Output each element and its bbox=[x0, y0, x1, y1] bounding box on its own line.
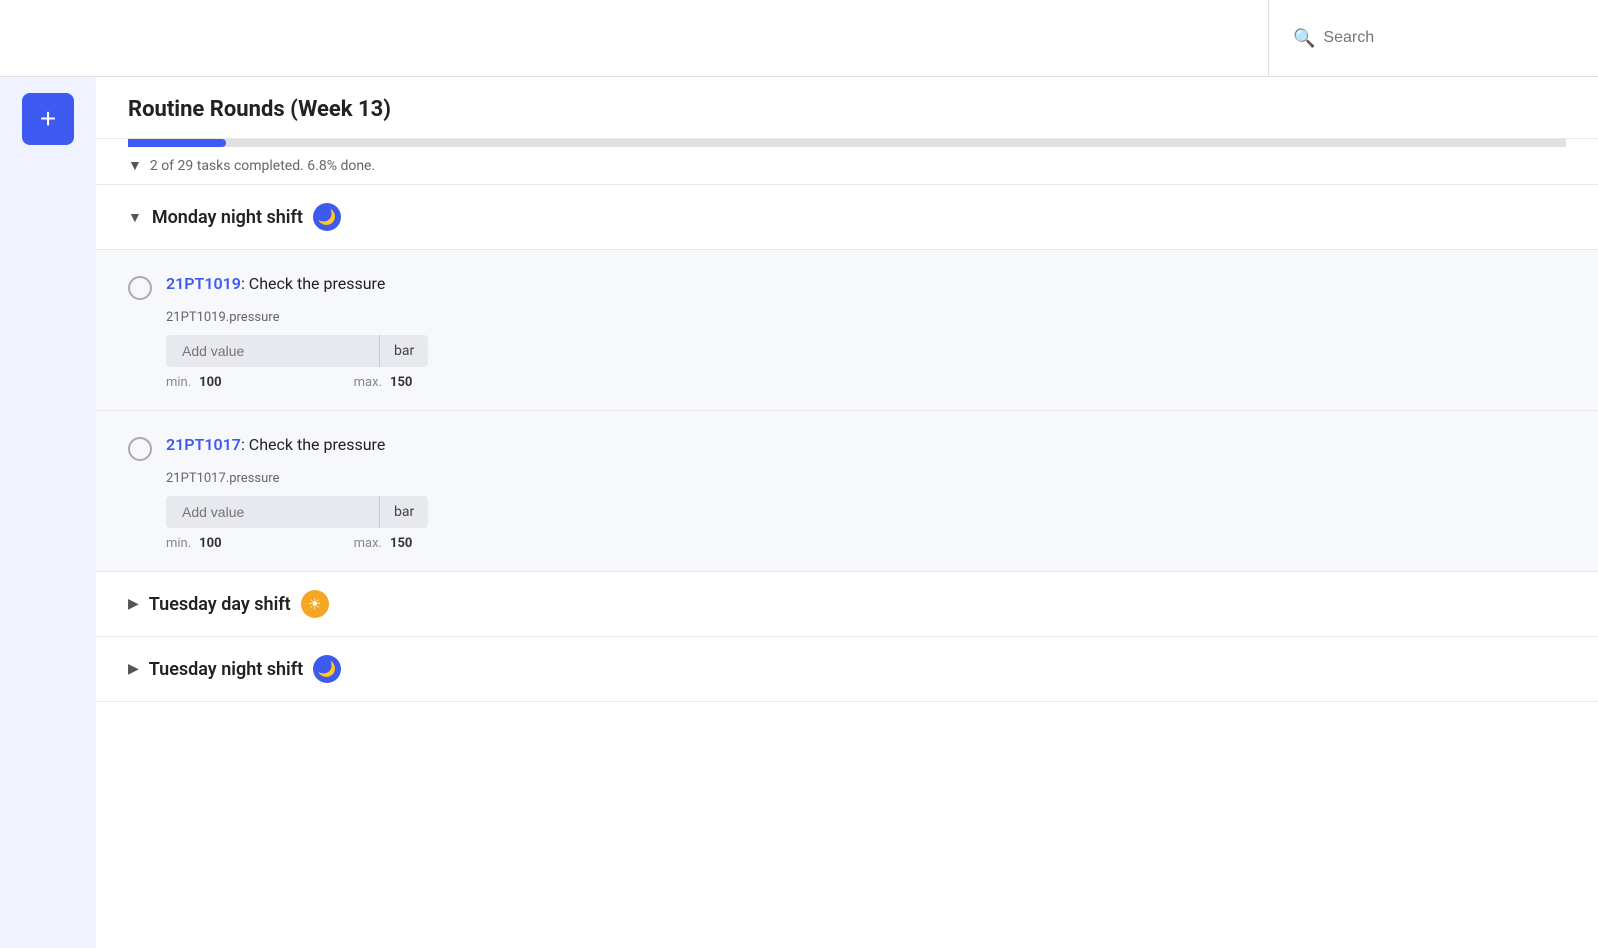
task-21pt1019-id: 21PT1019 bbox=[166, 274, 241, 293]
task-21pt1017-input-row: bar bbox=[166, 496, 1566, 528]
task-21pt1017-max-val: 150 bbox=[390, 536, 412, 551]
task-21pt1017-tag: 21PT1017.pressure bbox=[166, 471, 1566, 486]
add-button[interactable]: + bbox=[22, 93, 74, 145]
collapse-chevron-icon[interactable]: ▼ bbox=[128, 157, 142, 174]
task-21pt1017-title: 21PT1017: Check the pressure bbox=[166, 435, 385, 454]
tuesday-day-section-header[interactable]: ▶ Tuesday day shift ☀ bbox=[96, 572, 1598, 637]
task-21pt1019: 21PT1019: Check the pressure 21PT1019.pr… bbox=[96, 250, 1598, 411]
task-21pt1019-title: 21PT1019: Check the pressure bbox=[166, 274, 385, 293]
task-21pt1017-value-input[interactable] bbox=[166, 496, 379, 528]
task-21pt1019-value-input[interactable] bbox=[166, 335, 379, 367]
monday-night-title: Monday night shift bbox=[152, 207, 303, 228]
tuesday-day-icon: ☀ bbox=[301, 590, 329, 618]
progress-section: ▼ 2 of 29 tasks completed. 6.8% done. bbox=[96, 139, 1598, 185]
search-input[interactable] bbox=[1323, 29, 1574, 47]
task-21pt1019-max-val: 150 bbox=[390, 375, 412, 390]
tuesday-night-section-header[interactable]: ▶ Tuesday night shift 🌙 bbox=[96, 637, 1598, 702]
sidebar: + bbox=[0, 77, 96, 948]
monday-night-section-header[interactable]: ▼ Monday night shift 🌙 bbox=[96, 185, 1598, 250]
tuesday-day-title: Tuesday day shift bbox=[149, 594, 291, 615]
search-icon: 🔍 bbox=[1293, 28, 1315, 49]
task-21pt1019-header: 21PT1019: Check the pressure bbox=[128, 274, 1566, 300]
task-21pt1017-unit: bar bbox=[379, 496, 428, 528]
task-21pt1017-desc: : Check the pressure bbox=[241, 435, 385, 454]
monday-night-chevron-icon: ▼ bbox=[128, 209, 142, 226]
tuesday-day-chevron-icon: ▶ bbox=[128, 596, 139, 612]
task-21pt1019-range: min. 100 max. 150 bbox=[166, 375, 1566, 390]
search-area: 🔍 bbox=[1268, 0, 1598, 76]
tuesday-night-icon: 🌙 bbox=[313, 655, 341, 683]
layout: + Routine Rounds (Week 13) ▼ 2 of 29 tas… bbox=[0, 0, 1598, 948]
task-21pt1017: 21PT1017: Check the pressure 21PT1017.pr… bbox=[96, 411, 1598, 572]
task-21pt1019-unit: bar bbox=[379, 335, 428, 367]
page-header: Routine Rounds (Week 13) bbox=[96, 77, 1598, 139]
tuesday-night-title: Tuesday night shift bbox=[149, 659, 303, 680]
task-21pt1019-max-label: max. bbox=[354, 375, 382, 390]
task-21pt1017-checkbox[interactable] bbox=[128, 437, 152, 461]
monday-night-icon: 🌙 bbox=[313, 203, 341, 231]
tuesday-night-chevron-icon: ▶ bbox=[128, 661, 139, 677]
page-title: Routine Rounds (Week 13) bbox=[128, 97, 1566, 122]
progress-text: 2 of 29 tasks completed. 6.8% done. bbox=[150, 158, 375, 174]
main-content: Routine Rounds (Week 13) ▼ 2 of 29 tasks… bbox=[96, 77, 1598, 948]
task-21pt1017-header: 21PT1017: Check the pressure bbox=[128, 435, 1566, 461]
task-21pt1019-checkbox[interactable] bbox=[128, 276, 152, 300]
task-21pt1017-id: 21PT1017 bbox=[166, 435, 241, 454]
task-21pt1019-input-row: bar bbox=[166, 335, 1566, 367]
progress-bar-fill bbox=[128, 139, 226, 147]
task-21pt1019-tag: 21PT1019.pressure bbox=[166, 310, 1566, 325]
task-21pt1019-desc: : Check the pressure bbox=[241, 274, 385, 293]
task-21pt1017-range: min. 100 max. 150 bbox=[166, 536, 1566, 551]
task-21pt1019-min-label: min. bbox=[166, 375, 191, 390]
task-21pt1017-max-label: max. bbox=[354, 536, 382, 551]
task-21pt1019-min-val: 100 bbox=[199, 375, 221, 390]
task-21pt1017-min-label: min. bbox=[166, 536, 191, 551]
task-21pt1017-min-val: 100 bbox=[199, 536, 221, 551]
progress-row: ▼ 2 of 29 tasks completed. 6.8% done. bbox=[128, 147, 1566, 184]
progress-bar-container bbox=[128, 139, 1566, 147]
top-bar: 🔍 bbox=[0, 0, 1598, 77]
